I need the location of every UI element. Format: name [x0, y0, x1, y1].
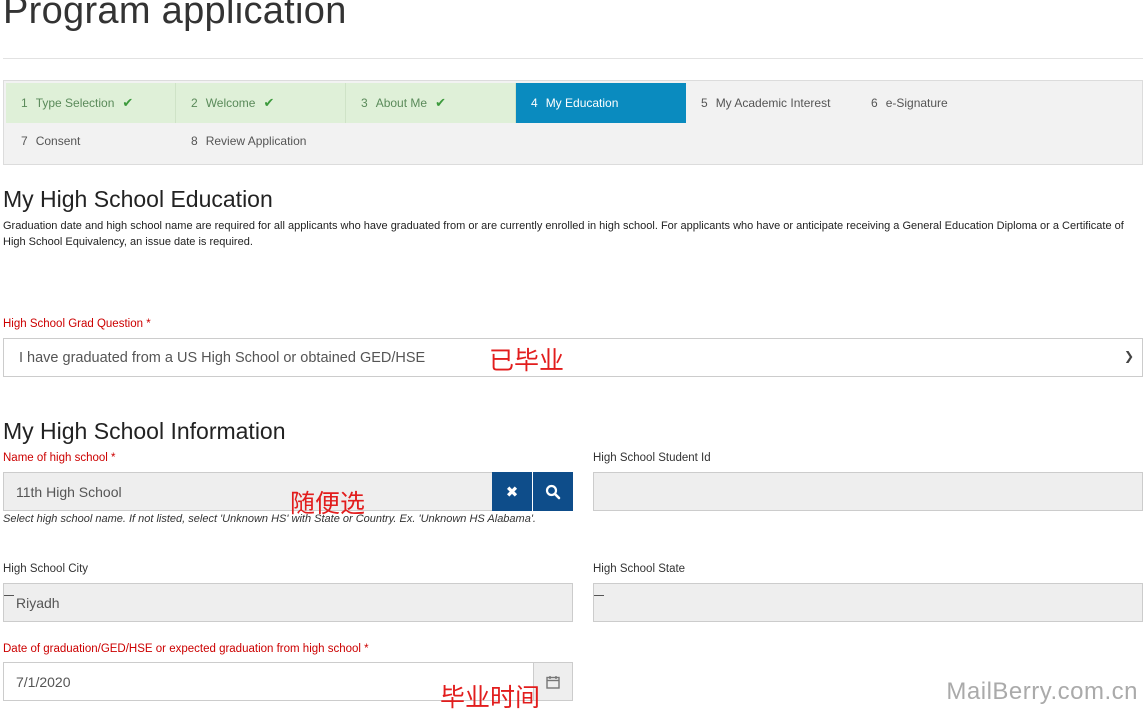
field-dash [594, 595, 604, 596]
step-navigation: 1 Type Selection ✔ 2 Welcome ✔ 3 About M… [3, 80, 1143, 165]
grad-date-label: Date of graduation/GED/HSE or expected g… [3, 643, 369, 655]
student-id-field[interactable] [593, 472, 1143, 511]
step-number: 6 [871, 96, 878, 110]
step-number: 1 [21, 96, 28, 110]
state-field[interactable] [593, 583, 1143, 622]
student-id-label: High School Student Id [593, 452, 711, 464]
step-number: 2 [191, 96, 198, 110]
state-label: High School State [593, 563, 686, 575]
school-name-label: Name of high school * [3, 452, 116, 464]
step-label: Consent [35, 134, 81, 148]
calendar-icon [546, 675, 560, 689]
step-label: My Academic Interest [715, 96, 831, 110]
step-number: 5 [701, 96, 708, 110]
step-my-academic-interest[interactable]: 5 My Academic Interest [686, 83, 856, 123]
step-number: 7 [21, 134, 28, 148]
step-label: About Me [375, 96, 428, 110]
step-number: 4 [531, 96, 538, 110]
city-value: Riyadh [16, 594, 60, 611]
grad-question-value: I have graduated from a US High School o… [19, 349, 426, 366]
city-field[interactable]: Riyadh [3, 583, 573, 622]
checkmark-icon: ✔ [263, 95, 275, 110]
watermark: MailBerry.com.cn [946, 678, 1138, 705]
school-name-field[interactable]: 11th High School [3, 472, 493, 511]
step-number: 8 [191, 134, 198, 148]
grad-question-select[interactable]: I have graduated from a US High School o… [3, 338, 1143, 377]
step-label: Type Selection [35, 96, 115, 110]
close-icon: ✖ [505, 483, 519, 501]
chevron-down-icon: ❯ [1123, 349, 1134, 363]
step-consent[interactable]: 7 Consent [6, 121, 176, 161]
grad-date-value: 7/1/2020 [16, 673, 71, 690]
city-label: High School City [3, 563, 89, 575]
school-name-help: Select high school name. If not listed, … [3, 513, 536, 525]
school-name-value: 11th High School [16, 483, 122, 500]
search-icon [545, 484, 561, 499]
field-dash [4, 595, 14, 596]
step-welcome[interactable]: 2 Welcome ✔ [176, 83, 346, 123]
checkmark-icon: ✔ [122, 95, 134, 110]
annotation-graduated: 已毕业 [489, 346, 565, 375]
step-review-application[interactable]: 8 Review Application [176, 121, 376, 161]
annotation-grad-time: 毕业时间 [440, 683, 541, 712]
education-heading: My High School Education [3, 186, 273, 212]
step-label: Welcome [205, 96, 256, 110]
checkmark-icon: ✔ [435, 95, 446, 110]
step-about-me[interactable]: 3 About Me ✔ [346, 83, 516, 123]
grad-question-label: High School Grad Question * [3, 318, 151, 330]
title-divider [3, 58, 1143, 59]
step-my-education[interactable]: 4 My Education [516, 83, 686, 123]
search-school-button[interactable] [533, 472, 573, 511]
step-type-selection[interactable]: 1 Type Selection ✔ [6, 83, 176, 123]
step-e-signature[interactable]: 6 e-Signature [856, 83, 1026, 123]
education-description: Graduation date and high school name are… [3, 220, 1124, 248]
step-label: e-Signature [885, 96, 948, 110]
info-heading: My High School Information [3, 418, 286, 444]
step-label: My Education [545, 96, 619, 110]
step-number: 3 [361, 96, 368, 110]
step-label: Review Application [205, 134, 307, 148]
page-title: Program application [3, 0, 347, 32]
clear-school-button[interactable]: ✖ [492, 472, 532, 511]
